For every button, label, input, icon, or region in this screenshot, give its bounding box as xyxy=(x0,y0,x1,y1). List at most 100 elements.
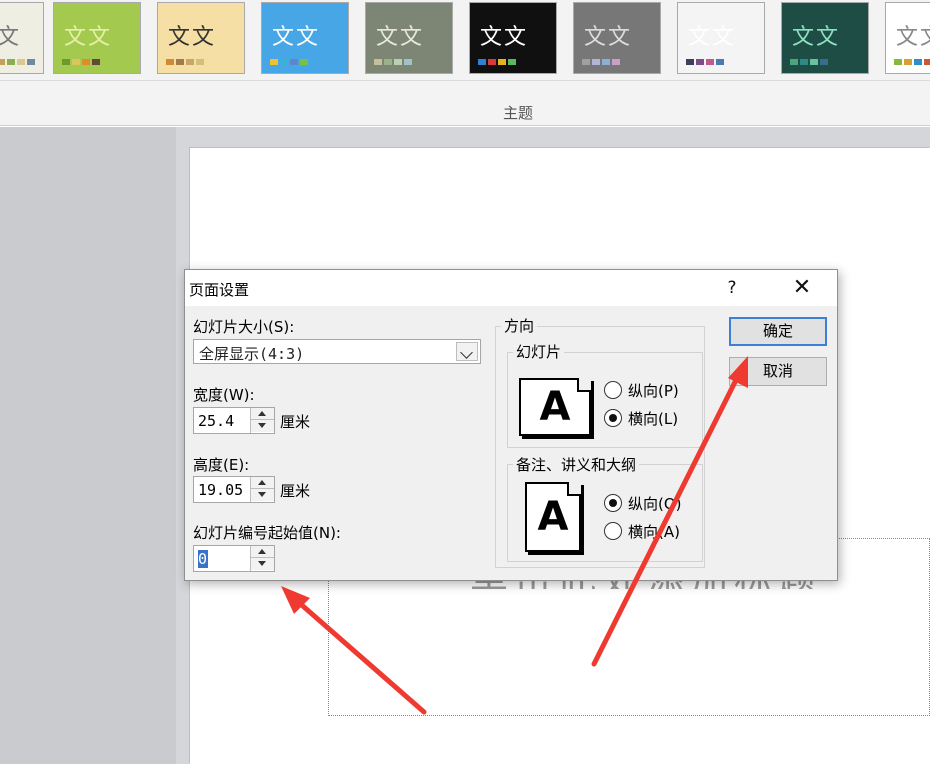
color-swatch xyxy=(166,59,174,65)
theme-thumbnail[interactable]: 文文 xyxy=(469,2,557,74)
height-increase-icon[interactable] xyxy=(251,477,274,489)
width-stepper[interactable] xyxy=(193,407,275,434)
theme-sample-text: 文文 xyxy=(688,25,737,50)
width-label: 宽度(W): xyxy=(193,386,255,404)
color-swatch xyxy=(602,59,610,65)
slide-landscape-label: 横向(L) xyxy=(628,410,679,428)
height-label: 高度(E): xyxy=(193,456,250,474)
color-swatch xyxy=(62,59,70,65)
theme-thumbnail[interactable]: 文文 xyxy=(157,2,245,74)
start-number-input[interactable] xyxy=(194,546,250,571)
color-swatch xyxy=(300,59,308,65)
start-decrease-icon[interactable] xyxy=(251,558,274,570)
color-swatch xyxy=(582,59,590,65)
help-icon[interactable]: ? xyxy=(721,276,743,300)
color-swatch xyxy=(0,59,5,65)
color-swatch xyxy=(17,59,25,65)
page-setup-dialog: 页面设置 ? ✕ 幻灯片大小(S): 全屏显示(4:3) 宽度(W): 厘米 高… xyxy=(184,269,838,581)
theme-sample-text: 文文 xyxy=(168,25,217,50)
color-swatch xyxy=(488,59,496,65)
theme-color-swatches xyxy=(894,59,930,65)
color-swatch xyxy=(508,59,516,65)
theme-thumbnail[interactable]: 文文 xyxy=(781,2,869,74)
color-swatch xyxy=(404,59,412,65)
height-decrease-icon[interactable] xyxy=(251,489,274,501)
theme-color-swatches xyxy=(166,59,204,65)
color-swatch xyxy=(290,59,298,65)
color-swatch xyxy=(92,59,100,65)
orientation-group-title: 方向 xyxy=(501,315,538,336)
close-icon[interactable]: ✕ xyxy=(785,274,819,302)
color-swatch xyxy=(914,59,922,65)
color-swatch xyxy=(592,59,600,65)
ok-button[interactable]: 确定 xyxy=(729,317,827,346)
theme-color-swatches xyxy=(374,59,412,65)
theme-thumbnail[interactable]: 文文 xyxy=(573,2,661,74)
color-swatch xyxy=(612,59,620,65)
chevron-down-icon[interactable] xyxy=(456,342,478,361)
dialog-title: 页面设置 xyxy=(189,281,250,299)
height-input[interactable] xyxy=(194,477,250,502)
landscape-page-icon: A xyxy=(519,378,591,436)
width-input[interactable] xyxy=(194,408,250,433)
themes-group-label: 主题 xyxy=(502,104,533,122)
height-stepper[interactable] xyxy=(193,476,275,503)
theme-thumbnail[interactable]: 文文 xyxy=(885,2,930,74)
color-swatch xyxy=(894,59,902,65)
slide-portrait-radio[interactable] xyxy=(604,381,622,399)
height-unit: 厘米 xyxy=(280,482,311,500)
color-swatch xyxy=(478,59,486,65)
theme-color-swatches xyxy=(62,59,100,65)
slide-size-label: 幻灯片大小(S): xyxy=(193,318,295,336)
color-swatch xyxy=(716,59,724,65)
slides-group-title: 幻灯片 xyxy=(513,341,565,362)
notes-landscape-radio[interactable] xyxy=(604,522,622,540)
theme-thumbnail[interactable]: 文文 xyxy=(365,2,453,74)
ribbon-separator xyxy=(0,80,930,81)
color-swatch xyxy=(196,59,204,65)
theme-sample-text: 文文 xyxy=(272,25,321,50)
color-swatch xyxy=(27,59,35,65)
theme-sample-text: 文文 xyxy=(376,25,425,50)
color-swatch xyxy=(696,59,704,65)
theme-thumbnail[interactable]: 文 xyxy=(0,2,44,74)
notes-portrait-label: 纵向(O) xyxy=(628,495,682,513)
color-swatch xyxy=(800,59,808,65)
theme-sample-text: 文文 xyxy=(896,25,930,50)
page-letter: A xyxy=(539,384,571,430)
start-increase-icon[interactable] xyxy=(251,546,274,558)
color-swatch xyxy=(7,59,15,65)
theme-thumbnail[interactable]: 文文 xyxy=(53,2,141,74)
theme-sample-text: 文文 xyxy=(584,25,633,50)
color-swatch xyxy=(270,59,278,65)
width-increase-icon[interactable] xyxy=(251,408,274,420)
theme-sample-text: 文文 xyxy=(480,25,529,50)
color-swatch xyxy=(384,59,392,65)
start-number-stepper[interactable] xyxy=(193,545,275,572)
color-swatch xyxy=(72,59,80,65)
start-number-label: 幻灯片编号起始值(N): xyxy=(193,524,341,542)
color-swatch xyxy=(394,59,402,65)
theme-thumbnail[interactable]: 文文 xyxy=(677,2,765,74)
width-decrease-icon[interactable] xyxy=(251,420,274,432)
color-swatch xyxy=(186,59,194,65)
color-swatch xyxy=(176,59,184,65)
theme-thumbnail[interactable]: 文文 xyxy=(261,2,349,74)
color-swatch xyxy=(498,59,506,65)
theme-color-swatches xyxy=(478,59,516,65)
color-swatch xyxy=(686,59,694,65)
slide-landscape-radio[interactable] xyxy=(604,409,622,427)
theme-color-swatches xyxy=(790,59,828,65)
slide-thumbnail-pane[interactable] xyxy=(0,127,176,764)
cancel-button[interactable]: 取消 xyxy=(729,357,827,386)
slide-size-select[interactable]: 全屏显示(4:3) xyxy=(193,339,481,364)
notes-landscape-label: 横向(A) xyxy=(628,523,680,541)
color-swatch xyxy=(790,59,798,65)
theme-gallery: 文文文文文文文文文文文文文文文文文文文 xyxy=(0,0,930,80)
color-swatch xyxy=(820,59,828,65)
theme-color-swatches xyxy=(270,59,308,65)
notes-portrait-radio[interactable] xyxy=(604,494,622,512)
slide-size-value: 全屏显示(4:3) xyxy=(199,345,305,363)
dialog-titlebar[interactable]: 页面设置 ? ✕ xyxy=(185,270,837,306)
color-swatch xyxy=(280,59,288,65)
